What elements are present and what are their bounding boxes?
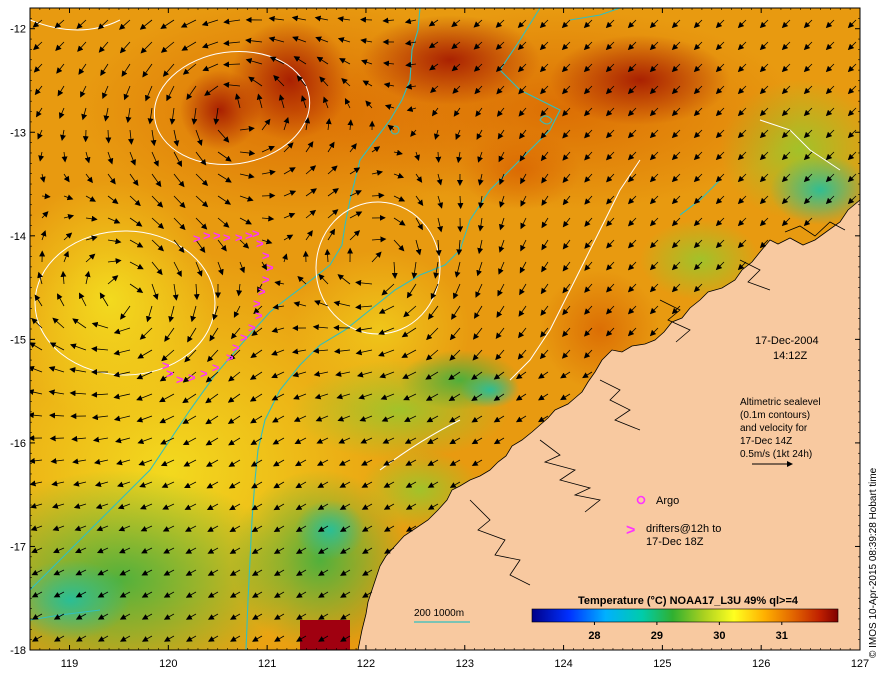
drifter-symbol-icon: > xyxy=(626,522,635,539)
lon-tick-label: 124 xyxy=(554,658,572,670)
sst-map: >>>>>>>>>>>>>>>>>>>>>>>> -12-13-14-15-16… xyxy=(0,0,880,680)
drifter-position-icon: > xyxy=(223,230,231,245)
drifter-position-icon: > xyxy=(248,320,256,335)
credit-svg: © IMOS 10-Apr-2015 08:39:28 Hobart time xyxy=(864,20,880,660)
drifter-position-icon: > xyxy=(212,360,220,375)
credit-text: © IMOS 10-Apr-2015 08:39:28 Hobart time xyxy=(868,467,879,658)
altimetry-line-5: 0.5m/s (1kt 24h) xyxy=(740,449,812,460)
lat-tick-label: -13 xyxy=(10,127,26,139)
time-label: 14:12Z xyxy=(773,350,808,362)
date-label: 17-Dec-2004 xyxy=(755,335,819,347)
lat-tick-label: -18 xyxy=(10,645,26,657)
drifter-position-icon: > xyxy=(226,350,234,365)
drifters-label-line-2: 17-Dec 18Z xyxy=(646,536,704,548)
altimetry-line-4: 17-Dec 14Z xyxy=(740,436,792,447)
lon-tick-label: 121 xyxy=(258,658,276,670)
colorbar-tick-label: 28 xyxy=(588,630,600,642)
credit-strip: © IMOS 10-Apr-2015 08:39:28 Hobart time xyxy=(864,20,880,660)
lat-tick-label: -17 xyxy=(10,541,26,553)
colorbar-title: Temperature (°C) NOAA17_L3U 49% ql>=4 xyxy=(578,595,799,607)
drifter-position-icon: > xyxy=(213,228,221,243)
drifter-position-icon: > xyxy=(193,231,201,246)
drifter-position-icon: > xyxy=(176,372,184,387)
velocity-arrow xyxy=(51,438,64,439)
lat-tick-label: -14 xyxy=(10,231,26,243)
lon-tick-label: 119 xyxy=(61,658,79,670)
drifter-position-icon: > xyxy=(235,230,243,245)
colorbar xyxy=(532,609,838,622)
isobath-legend-label: 200 1000m xyxy=(414,608,464,619)
lon-tick-label: 126 xyxy=(752,658,770,670)
drifters-label-line-1: drifters@12h to xyxy=(646,523,721,535)
drifter-position-icon: > xyxy=(255,308,263,323)
map-canvas: >>>>>>>>>>>>>>>>>>>>>>>> -12-13-14-15-16… xyxy=(0,0,880,680)
colorbar-tick-label: 31 xyxy=(776,630,788,642)
drifter-position-icon: > xyxy=(188,370,196,385)
lat-tick-label: -12 xyxy=(10,24,26,36)
lon-tick-label: 123 xyxy=(456,658,474,670)
colorbar-tick-label: 30 xyxy=(713,630,725,642)
altimetry-line-3: and velocity for xyxy=(740,423,808,434)
altimetry-line-1: Altimetric sealevel xyxy=(740,397,821,408)
lat-tick-label: -16 xyxy=(10,438,26,450)
lon-tick-label: 125 xyxy=(653,658,671,670)
drifter-position-icon: > xyxy=(162,358,170,373)
argo-label: Argo xyxy=(656,495,679,507)
lon-tick-label: 120 xyxy=(159,658,177,670)
drifter-position-icon: > xyxy=(200,366,208,381)
drifter-position-icon: > xyxy=(203,228,211,243)
lat-tick-label: -15 xyxy=(10,334,26,346)
drifter-position-icon: > xyxy=(240,330,248,345)
colorbar-tick-label: 29 xyxy=(651,630,663,642)
altimetry-line-2: (0.1m contours) xyxy=(740,410,810,421)
lon-tick-label: 122 xyxy=(357,658,375,670)
